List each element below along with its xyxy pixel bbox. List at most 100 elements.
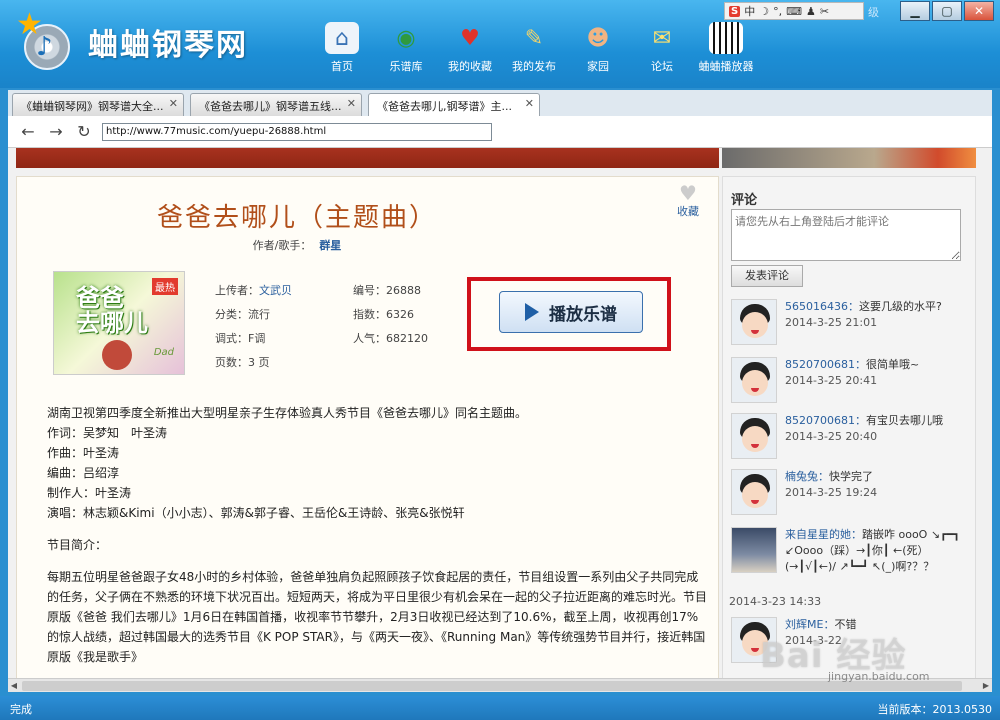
ime-toolbar[interactable]: S 中 ☽ °, ⌨ ♟ ✂ [724,2,864,20]
byline: 作者/歌手： 群星 [17,237,577,253]
comment-body: 8520700681：很简单哦~ 2014-3-25 20:41 [785,357,973,389]
comment-body: 来自星星的她：踏嵌咋 oooO ↘┏━┓ ↙Oooo（踩）→┃你┃ ←(死）(→… [785,527,971,575]
sogou-icon: S [729,5,741,17]
play-score-button[interactable]: 播放乐谱 [499,291,643,333]
logo-text: 蛐蛐钢琴网 [88,28,248,63]
nav-library[interactable]: ◉ 乐谱库 [374,22,438,82]
version-text: 当前版本：2013.0530 [877,703,993,716]
logo[interactable]: ★ ♪ [14,10,78,74]
close-button[interactable]: ✕ [964,1,994,21]
maximize-button[interactable]: ▢ [932,1,962,21]
comment-body: 565016436：这要几级的水平? 2014-3-25 21:01 [785,299,973,331]
favorite-button[interactable]: ♥ 收藏 [677,183,699,219]
submit-comment-button[interactable]: 发表评论 [731,265,803,287]
minimize-button[interactable]: ▁ [900,1,930,21]
avatar[interactable] [731,469,777,515]
cover-figure [102,340,132,370]
close-icon[interactable]: ✕ [169,97,178,110]
meta-key: 调式：F调 [215,327,292,351]
comment-user[interactable]: 来自星星的她： [785,528,862,541]
ime-mode[interactable]: 中 [744,3,755,19]
intro-heading: 节目简介： [47,538,108,552]
nav-label: 论坛 [651,60,673,73]
favorite-label: 收藏 [677,205,699,218]
avatar[interactable] [731,299,777,345]
song-description: 湖南卫视第四季度全新推出大型明星亲子生存体验真人秀节目《爸爸去哪儿》同名主题曲。… [47,403,707,667]
meta-label: 上传者： [215,284,259,297]
comment-user[interactable]: 8520700681： [785,414,866,427]
comment-input[interactable] [731,209,961,261]
meta-left: 上传者：文武贝 分类：流行 调式：F调 页数：3 页 [215,279,292,375]
nav-label: 我的发布 [512,60,556,73]
desc-line: 演唱：林志颖&Kimi（小小志）、郭涛&郭子睿、王岳伦&王诗龄、张亮&张悦轩 [47,506,465,520]
nav-label: 首页 [331,60,353,73]
avatar[interactable] [731,357,777,403]
comment-user[interactable]: 楠兔兔： [785,470,829,483]
close-icon[interactable]: ✕ [525,97,534,110]
tab-label: 《蛐蛐钢琴网》钢琴谱大全... [21,100,164,113]
close-icon[interactable]: ✕ [347,97,356,110]
uploader-link[interactable]: 文武贝 [259,284,292,297]
tab-1[interactable]: 《蛐蛐钢琴网》钢琴谱大全... ✕ [12,93,184,116]
refresh-icon[interactable]: ↻ [74,122,94,142]
comment-text: 有宝贝去哪儿哦 [866,414,943,427]
chat-icon: ✉ [652,25,672,51]
back-arrow-icon[interactable]: ← [18,122,38,142]
music-note-icon: ♪ [36,32,53,62]
comment-time: 2014-3-25 20:40 [785,430,878,443]
desc-line: 湖南卫视第四季度全新推出大型明星亲子生存体验真人秀节目《爸爸去哪儿》同名主题曲。 [47,406,528,420]
comment-time: 2014-3-25 21:01 [785,316,878,329]
nav-home[interactable]: ⌂ 首页 [310,22,374,82]
comments-sidebar: 评论 发表评论 565016436：这要几级的水平? 2014-3-25 21:… [722,176,976,678]
side-banner-image[interactable] [722,148,976,168]
nav-player[interactable]: 蛐蛐播放器 [694,22,758,82]
tab-label: 《爸爸去哪儿》钢琴谱五线... [199,100,342,113]
app-header: ★ ♪ 蛐蛐钢琴网 ⌂ 首页 ◉ 乐谱库 ♥ 我的收藏 ✎ 我的发布 ☻ 家园 … [0,0,1000,88]
meta-index: 指数：6326 [353,303,428,327]
user-icon: ♟ [805,4,816,18]
punct-icon: °, [773,4,783,18]
people-icon: ☻ [586,25,610,51]
nav-my-posts[interactable]: ✎ 我的发布 [502,22,566,82]
watermark-url: jingyan.baidu.com [828,670,930,683]
browser-toolbar: ← → ↻ http://www.77music.com/yuepu-26888… [8,116,992,148]
pen-icon: ✎ [524,25,544,51]
desc-line: 编曲：吕绍淳 [47,466,120,480]
scroll-left-icon[interactable]: ◀ [8,679,20,693]
comment-user[interactable]: 565016436： [785,300,859,313]
comment-time: 2014-3-25 19:24 [785,486,878,499]
forward-arrow-icon[interactable]: → [46,122,66,142]
status-bar: 完成 当前版本：2013.0530 [0,696,1000,720]
meta-uploader: 上传者：文武贝 [215,279,292,303]
meta-label: 人气： [353,332,386,345]
comment-user[interactable]: 8520700681： [785,358,866,371]
comment-text: 快学完了 [829,470,873,483]
cover-title: 爸爸 去哪儿 [76,284,148,338]
desc-line: 作曲：叶圣涛 [47,446,120,460]
tab-2[interactable]: 《爸爸去哪儿》钢琴谱五线... ✕ [190,93,362,116]
song-panel: 爸爸去哪儿（主题曲） ♥ 收藏 作者/歌手： 群星 爸爸 去哪儿 最热 Dad 上… [16,176,719,678]
meta-value: 26888 [386,284,421,297]
author-link[interactable]: 群星 [319,239,341,252]
meta-label: 页数： [215,356,248,369]
avatar[interactable] [731,413,777,459]
meta-label: 编号： [353,284,386,297]
nav-forum[interactable]: ✉ 论坛 [630,22,694,82]
nav-favorites[interactable]: ♥ 我的收藏 [438,22,502,82]
play-highlight-frame: 播放乐谱 [467,277,671,351]
nav-label: 乐谱库 [389,60,423,73]
avatar[interactable] [731,527,777,573]
address-input[interactable]: http://www.77music.com/yuepu-26888.html [102,123,492,141]
meta-category: 分类：流行 [215,303,292,327]
page-viewport: 爸爸去哪儿（主题曲） ♥ 收藏 作者/歌手： 群星 爸爸 去哪儿 最热 Dad 上… [8,148,992,678]
comment-text: 很简单哦~ [866,358,920,371]
nav-home-garden[interactable]: ☻ 家园 [566,22,630,82]
song-title: 爸爸去哪儿（主题曲） [156,203,437,233]
tab-3-active[interactable]: 《爸爸去哪儿,钢琴谱》主... ✕ [368,93,540,117]
status-text: 完成 [10,703,32,716]
tab-bar: 《蛐蛐钢琴网》钢琴谱大全... ✕ 《爸爸去哪儿》钢琴谱五线... ✕ 《爸爸去… [8,90,992,117]
comment-body: 8520700681：有宝贝去哪儿哦 2014-3-25 20:40 [785,413,973,445]
play-label: 播放乐谱 [549,304,617,325]
nav-label: 蛐蛐播放器 [698,60,754,73]
play-icon [525,303,539,321]
